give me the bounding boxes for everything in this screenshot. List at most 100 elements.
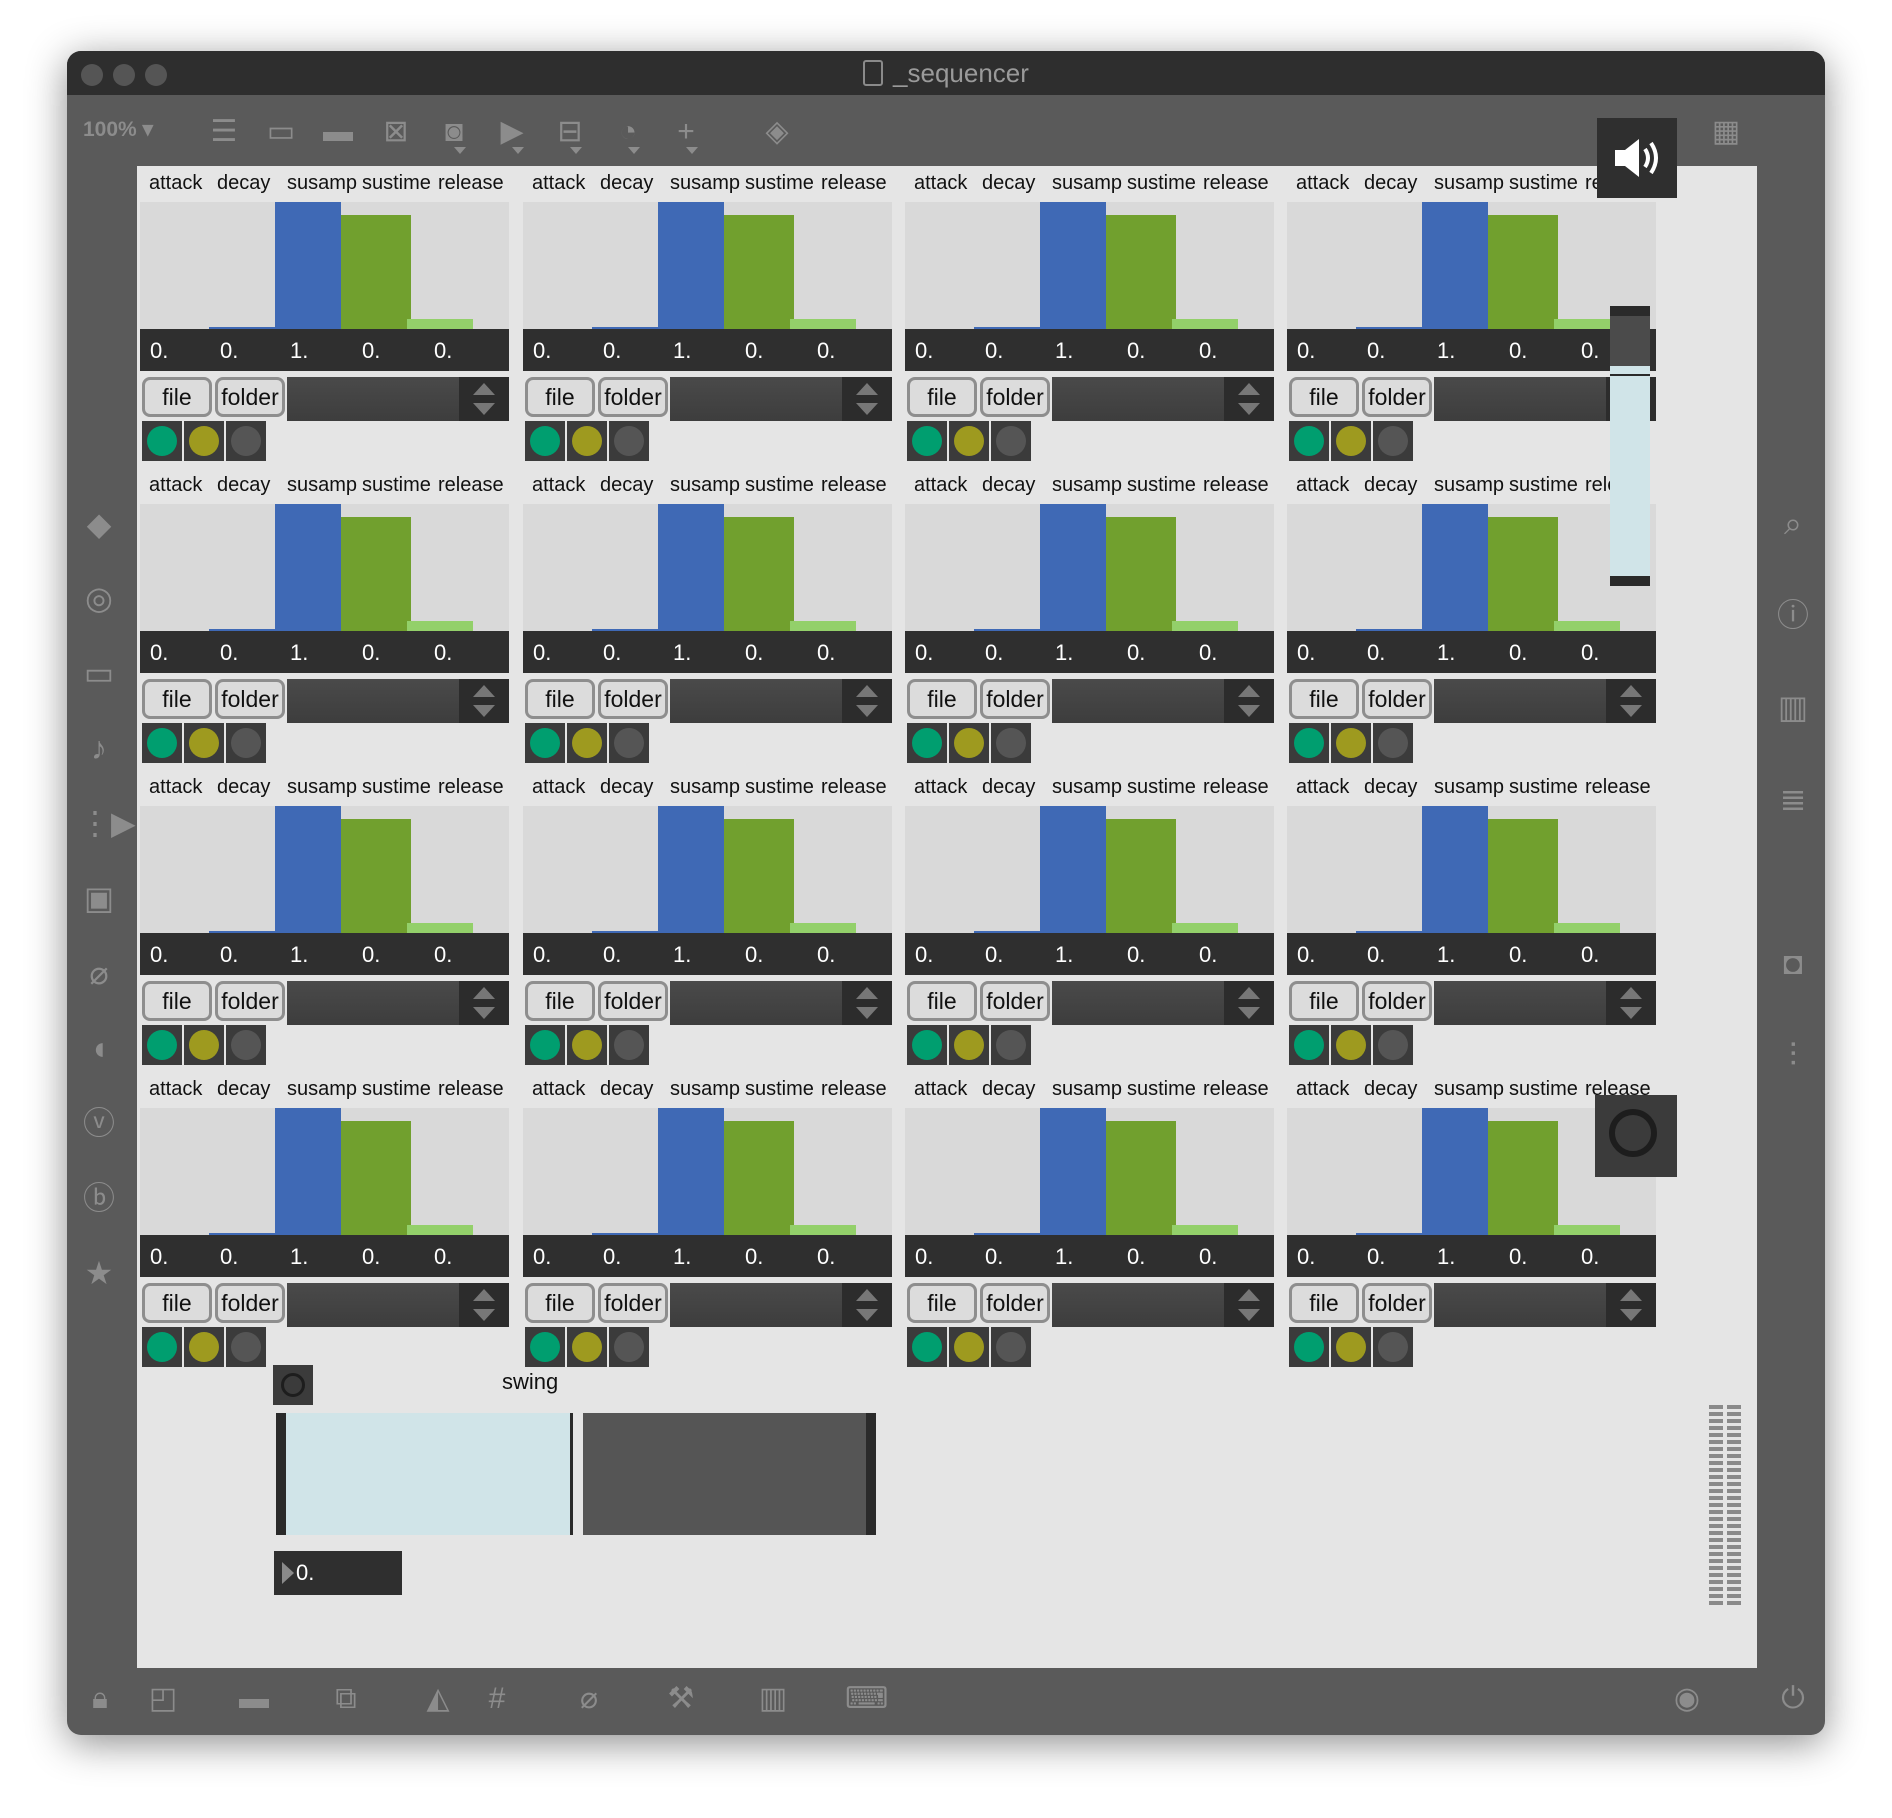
menu-arrows[interactable] xyxy=(1224,981,1274,1025)
star-icon[interactable]: ★ xyxy=(79,1253,119,1293)
envelope-bar[interactable] xyxy=(407,318,473,329)
envelope-value[interactable]: 0. xyxy=(745,942,763,968)
status-led[interactable] xyxy=(609,1025,649,1065)
video-icon[interactable]: ⋮▶ xyxy=(79,803,136,843)
envelope-value[interactable]: 0. xyxy=(1127,640,1145,666)
envelope-value[interactable]: 0. xyxy=(1127,942,1145,968)
status-led[interactable] xyxy=(1289,723,1329,763)
envelope-value[interactable]: 1. xyxy=(673,942,691,968)
chevron-down-icon[interactable] xyxy=(628,147,640,154)
menu-arrows[interactable] xyxy=(459,981,509,1025)
envelope-value[interactable]: 0. xyxy=(1509,942,1527,968)
file-button[interactable]: file xyxy=(525,1283,595,1323)
envelope-values[interactable]: 0. 0. 1. 0. 0. xyxy=(905,329,1274,371)
envelope-multislider[interactable] xyxy=(523,504,892,631)
envelope-value[interactable]: 1. xyxy=(290,1244,308,1270)
sample-menu[interactable] xyxy=(287,377,509,421)
film-icon[interactable]: ▭ xyxy=(79,653,119,693)
grid-snap-icon[interactable]: # xyxy=(477,1679,517,1719)
envelope-value[interactable]: 0. xyxy=(1297,640,1315,666)
status-led[interactable] xyxy=(1331,1025,1371,1065)
bpatcher-icon[interactable]: ⓑ xyxy=(79,1178,119,1218)
envelope-value[interactable]: 0. xyxy=(745,640,763,666)
sample-menu[interactable] xyxy=(670,981,892,1025)
status-led[interactable] xyxy=(1331,723,1371,763)
status-led[interactable] xyxy=(1289,1327,1329,1367)
status-led[interactable] xyxy=(907,1025,947,1065)
envelope-value[interactable]: 0. xyxy=(1297,1244,1315,1270)
envelope-value[interactable]: 0. xyxy=(817,942,835,968)
envelope-value[interactable]: 0. xyxy=(985,338,1003,364)
envelope-value[interactable]: 0. xyxy=(362,1244,380,1270)
status-led[interactable] xyxy=(1373,1025,1413,1065)
status-led[interactable] xyxy=(142,723,182,763)
status-led[interactable] xyxy=(525,1025,565,1065)
envelope-value[interactable]: 0. xyxy=(1199,640,1217,666)
envelope-value[interactable]: 0. xyxy=(745,1244,763,1270)
envelope-value[interactable]: 0. xyxy=(603,338,621,364)
record-toggle[interactable] xyxy=(1595,1095,1677,1177)
envelope-value[interactable]: 0. xyxy=(915,1244,933,1270)
envelope-value[interactable]: 0. xyxy=(603,640,621,666)
status-led[interactable] xyxy=(907,1327,947,1367)
menu-arrows[interactable] xyxy=(1224,1283,1274,1327)
status-led[interactable] xyxy=(991,723,1031,763)
envelope-value[interactable]: 1. xyxy=(1437,338,1455,364)
status-led[interactable] xyxy=(226,1025,266,1065)
paint-bucket-icon[interactable]: ◈ xyxy=(760,115,794,149)
envelope-value[interactable]: 0. xyxy=(817,1244,835,1270)
envelope-bar[interactable] xyxy=(341,1120,411,1235)
new-message-icon[interactable]: ▭ xyxy=(264,115,298,149)
envelope-bar[interactable] xyxy=(658,202,724,329)
sample-menu[interactable] xyxy=(670,1283,892,1327)
menu-arrows[interactable] xyxy=(1224,679,1274,723)
envelope-multislider[interactable] xyxy=(1287,504,1656,631)
folder-button[interactable]: folder xyxy=(980,981,1050,1021)
envelope-bar[interactable] xyxy=(1172,620,1238,631)
swing-number-box[interactable]: 0. xyxy=(274,1551,402,1595)
envelope-value[interactable]: 0. xyxy=(915,640,933,666)
envelope-multislider[interactable] xyxy=(523,202,892,329)
status-led[interactable] xyxy=(1289,421,1329,461)
status-led[interactable] xyxy=(1373,723,1413,763)
swing-slider[interactable] xyxy=(276,1413,876,1535)
sample-menu[interactable] xyxy=(287,1283,509,1327)
envelope-value[interactable]: 1. xyxy=(1055,338,1073,364)
status-led[interactable] xyxy=(609,421,649,461)
folder-button[interactable]: folder xyxy=(980,1283,1050,1323)
chevron-down-icon[interactable] xyxy=(570,147,582,154)
folder-button[interactable]: folder xyxy=(1362,377,1432,417)
envelope-value[interactable]: 0. xyxy=(434,640,452,666)
hide-icon[interactable]: ◭ xyxy=(418,1679,458,1719)
envelope-bar[interactable] xyxy=(275,1108,341,1235)
envelope-bar[interactable] xyxy=(1554,1224,1620,1235)
chevron-down-icon[interactable] xyxy=(512,147,524,154)
folder-button[interactable]: folder xyxy=(598,981,668,1021)
envelope-multislider[interactable] xyxy=(140,504,509,631)
envelope-value[interactable]: 1. xyxy=(1055,942,1073,968)
wrench-icon[interactable]: ⚒ xyxy=(661,1679,701,1719)
envelope-bar[interactable] xyxy=(1172,1224,1238,1235)
swing-toggle[interactable] xyxy=(273,1365,313,1405)
info-icon[interactable]: ⓘ xyxy=(1773,595,1813,635)
envelope-value[interactable]: 0. xyxy=(150,942,168,968)
envelope-bar[interactable] xyxy=(1422,806,1488,933)
envelope-value[interactable]: 0. xyxy=(434,942,452,968)
envelope-value[interactable]: 0. xyxy=(603,942,621,968)
envelope-value[interactable]: 1. xyxy=(1055,1244,1073,1270)
envelope-bar[interactable] xyxy=(1040,504,1106,631)
status-led[interactable] xyxy=(567,1327,607,1367)
envelope-bar[interactable] xyxy=(341,516,411,631)
envelope-bar[interactable] xyxy=(275,202,341,329)
envelope-values[interactable]: 0. 0. 1. 0. 0. xyxy=(1287,329,1656,371)
status-led[interactable] xyxy=(184,723,224,763)
sample-menu[interactable] xyxy=(670,679,892,723)
sample-menu[interactable] xyxy=(1052,1283,1274,1327)
columns-icon[interactable]: ▥ xyxy=(1773,687,1813,727)
envelope-bar[interactable] xyxy=(1422,504,1488,631)
status-led[interactable] xyxy=(525,1327,565,1367)
envelope-value[interactable]: 0. xyxy=(1199,338,1217,364)
envelope-bar[interactable] xyxy=(1488,214,1558,329)
file-button[interactable]: file xyxy=(1289,377,1359,417)
envelope-values[interactable]: 0. 0. 1. 0. 0. xyxy=(140,631,509,673)
